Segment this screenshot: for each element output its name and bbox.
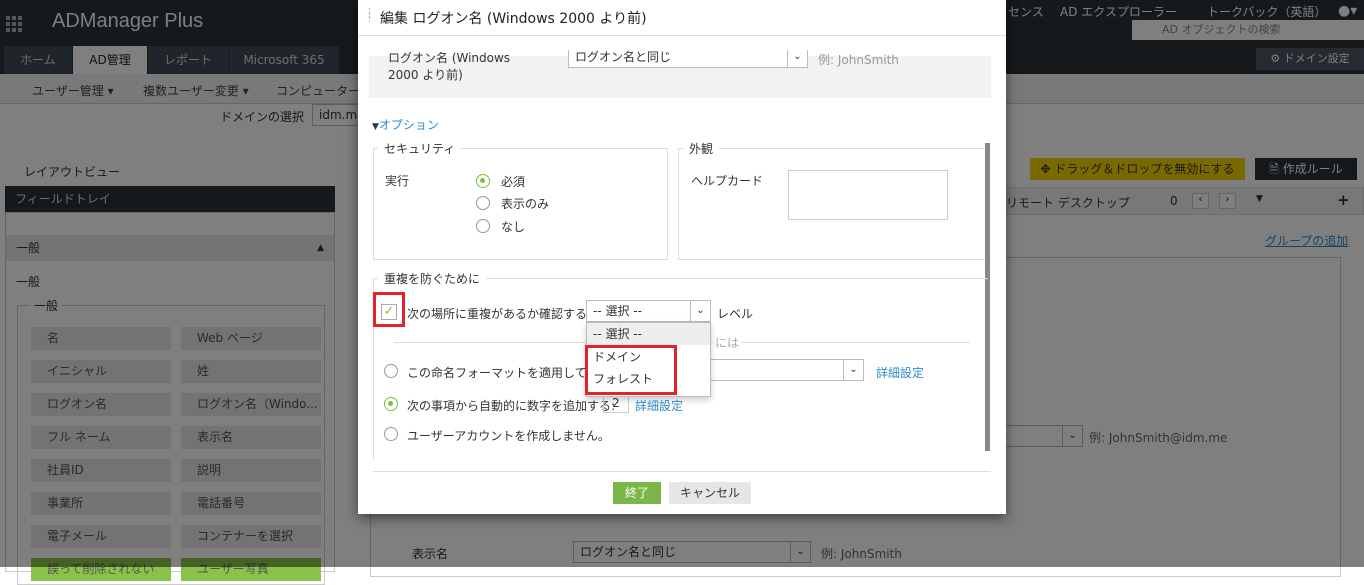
radio-none[interactable] [476,219,490,233]
radio-none-label: なし [501,220,526,234]
caret-down-icon: ▼ [372,122,379,132]
radio-display-only-label: 表示のみ [501,197,550,211]
dialog-title: 編集 ログオン名 (Windows 2000 より前) [380,11,647,27]
radio-required[interactable] [476,174,490,188]
finish-button[interactable]: 終了 [613,482,661,504]
advanced-settings-link-2[interactable]: 詳細設定 [635,397,683,414]
help-card-label: ヘルプカード [691,174,764,188]
field-value: ログオン名と同じ [575,50,672,64]
check-duplicates-label: 次の場所に重複があるか確認する: [407,307,592,321]
security-legend: セキュリティ [384,142,456,156]
options-toggle[interactable]: ▼オプション [372,116,439,133]
cancel-button[interactable]: キャンセル [669,482,751,504]
options-label: オプション [378,118,439,132]
highlight-box [585,345,677,395]
appearance-legend: 外観 [689,142,714,156]
footer-divider [373,471,991,472]
dropdown-option-select[interactable]: -- 選択 -- [587,323,710,345]
radio-required-label: 必須 [501,175,526,189]
field-label: ログオン名 (Windows 2000 より前) [388,51,511,82]
radio-append-number[interactable] [384,397,398,411]
naming-format-label: この命名フォーマットを適用してく [407,366,599,380]
duplicate-scope-select[interactable]: -- 選択 -- ⌄ [586,300,711,322]
highlight-box [373,292,405,327]
radio-naming-format[interactable] [384,364,398,378]
level-label: レベル [717,307,754,321]
drag-handle-icon[interactable]: ⋮ ⋮ [364,7,375,23]
radio-display-only[interactable] [476,196,490,210]
duplicate-scope-value: -- 選択 -- [593,304,642,318]
sub-hint: には [713,334,742,351]
append-number-label: 次の事項から自動的に数字を追加する: [407,399,616,413]
help-card-input[interactable] [788,170,948,220]
edit-field-dialog: ⋮ ⋮ 編集 ログオン名 (Windows 2000 より前) ログオン名 (Wi… [358,0,1006,514]
field-example: 例: JohnSmith [818,53,899,67]
no-create-label: ユーザーアカウントを作成しません。 [407,429,610,443]
scroll-clip [358,36,1006,50]
duplicate-legend: 重複を防ぐために [384,272,481,286]
naming-format-select[interactable]: じ⌄ [688,359,864,381]
radio-no-create[interactable] [384,427,398,441]
enforce-label: 実行 [385,174,410,188]
advanced-settings-link-1[interactable]: 詳細設定 [876,364,924,381]
